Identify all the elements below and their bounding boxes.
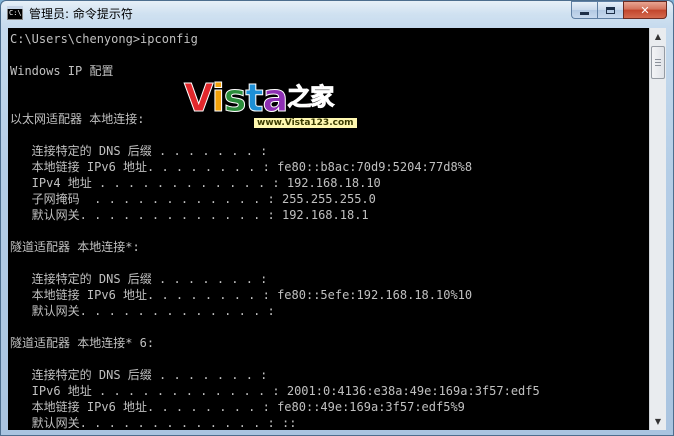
grip-line: [655, 62, 661, 63]
maximize-icon: [606, 6, 615, 14]
watermark-logo-letter: V: [184, 76, 214, 120]
console-line: 默认网关. . . . . . . . . . . . . : 192.168.…: [10, 208, 369, 222]
vista123-watermark: Vista之家 www.Vista123.com: [184, 76, 374, 136]
grip-line: [655, 65, 661, 66]
console-line: IPv6 地址 . . . . . . . . . . . . : 2001:0…: [10, 384, 540, 398]
watermark-logo-letter: t: [245, 76, 264, 120]
title-bar[interactable]: C:\ 管理员: 命令提示符 ✕: [1, 1, 673, 27]
scroll-thumb[interactable]: [651, 46, 665, 79]
minimize-icon: [580, 11, 589, 15]
console-line: 本地链接 IPv6 地址. . . . . . . . : fe80::49e:…: [10, 400, 465, 414]
console-line: 连接特定的 DNS 后缀 . . . . . . . :: [10, 272, 268, 286]
console-line: 本地链接 IPv6 地址. . . . . . . . : fe80::b8ac…: [10, 160, 473, 174]
cmd-window-icon[interactable]: C:\: [7, 6, 23, 20]
console-line: 连接特定的 DNS 后缀 . . . . . . . :: [10, 368, 268, 382]
console-line: 默认网关. . . . . . . . . . . . . :: [10, 304, 275, 318]
console-line: Windows IP 配置: [10, 64, 114, 78]
watermark-url: www.Vista123.com: [254, 118, 357, 128]
grip-line: [655, 59, 661, 60]
watermark-logo-letter: a: [262, 76, 289, 120]
console-line: 以太网适配器 本地连接:: [10, 112, 145, 126]
watermark-logo-letter: i: [211, 76, 225, 120]
watermark-logo: Vista之家: [184, 76, 335, 120]
window-title: 管理员: 命令提示符: [29, 7, 133, 21]
console-line: IPv4 地址 . . . . . . . . . . . . : 192.16…: [10, 176, 381, 190]
cmd-window: C:\ 管理员: 命令提示符 ✕ C:\Users\chenyong>ipcon…: [0, 0, 674, 436]
maximize-button[interactable]: [597, 1, 623, 19]
console-line: 默认网关. . . . . . . . . . . . . : ::: [10, 416, 297, 430]
watermark-logo-letter: 之家: [287, 83, 335, 112]
minimize-button[interactable]: [571, 1, 597, 19]
console-line: 连接特定的 DNS 后缀 . . . . . . . :: [10, 144, 268, 158]
console-line: 隧道适配器 本地连接*:: [10, 240, 140, 254]
scroll-up-button[interactable]: ▲: [650, 28, 666, 45]
vertical-scrollbar[interactable]: ▲ ▼: [649, 28, 666, 430]
scroll-down-button[interactable]: ▼: [650, 413, 666, 430]
close-icon: ✕: [640, 3, 650, 17]
console-line: 子网掩码 . . . . . . . . . . . . : 255.255.2…: [10, 192, 376, 206]
close-button[interactable]: ✕: [623, 1, 667, 19]
console-line: 本地链接 IPv6 地址. . . . . . . . : fe80::5efe…: [10, 288, 473, 302]
scroll-down-arrow-icon: ▼: [654, 417, 662, 426]
console-line: C:\Users\chenyong>ipconfig: [10, 32, 198, 46]
console-line: 隧道适配器 本地连接* 6:: [10, 336, 155, 350]
watermark-logo-letter: s: [223, 76, 247, 120]
window-controls: ✕: [571, 1, 667, 21]
scroll-up-arrow-icon: ▲: [654, 32, 662, 41]
